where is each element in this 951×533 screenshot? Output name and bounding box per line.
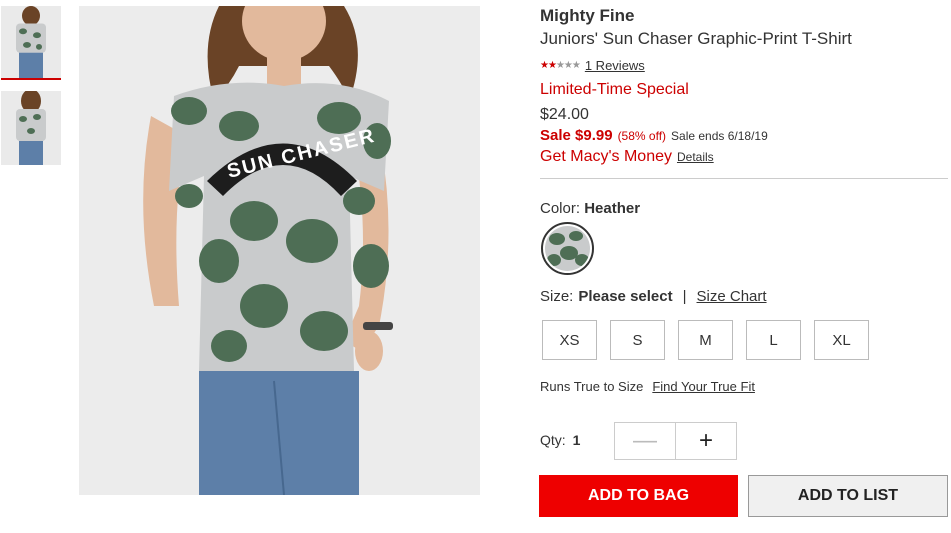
macys-money-label: Get Macy's Money <box>540 148 672 165</box>
original-price: $24.00 <box>540 106 589 123</box>
sale-price: Sale $9.99 <box>540 127 613 144</box>
quantity-label: Qty: <box>540 432 566 448</box>
size-label: Size: <box>540 288 574 305</box>
true-fit-link[interactable]: Find Your True Fit <box>652 379 755 394</box>
size-row: Size: Please select | Size Chart <box>540 288 767 305</box>
size-value: Please select <box>578 288 673 305</box>
color-row: Color: Heather <box>540 200 640 217</box>
color-swatch-heather[interactable] <box>541 222 594 275</box>
divider <box>540 178 948 179</box>
quantity-decrease-button[interactable]: — <box>615 423 676 459</box>
size-option-m[interactable]: M <box>678 320 733 360</box>
size-option-l[interactable]: L <box>746 320 801 360</box>
rating-row: ★★★★★ 1 Reviews <box>540 58 645 73</box>
sale-end-date: Sale ends 6/18/19 <box>671 129 768 143</box>
quantity-stepper: — + <box>614 422 737 460</box>
star-rating: ★★★★★ <box>540 60 581 71</box>
quantity-value: 1 <box>572 432 581 448</box>
product-thumbnail-front[interactable] <box>1 6 61 80</box>
add-to-bag-button[interactable]: ADD TO BAG <box>539 475 738 517</box>
star-empty-icon: ★ <box>571 60 581 71</box>
size-separator: | <box>682 288 687 305</box>
star-empty-icon: ★ <box>563 60 573 71</box>
product-thumbnail-back[interactable] <box>1 91 61 165</box>
color-label: Color: <box>540 200 581 217</box>
color-value: Heather <box>584 200 641 217</box>
quantity-row: Qty: 1 <box>540 432 580 448</box>
quantity-increase-button[interactable]: + <box>676 423 736 459</box>
promo-label: Limited-Time Special <box>540 81 689 98</box>
size-option-s[interactable]: S <box>610 320 665 360</box>
size-option-xs[interactable]: XS <box>542 320 597 360</box>
discount-percent: (58% off) <box>617 129 667 143</box>
star-filled-icon: ★ <box>540 60 549 71</box>
reviews-link[interactable]: 1 Reviews <box>585 58 645 73</box>
fit-row: Runs True to Size Find Your True Fit <box>540 379 755 394</box>
add-to-list-button[interactable]: ADD TO LIST <box>748 475 948 517</box>
macys-money-row: Get Macy's Money Details <box>540 148 714 166</box>
size-chart-link[interactable]: Size Chart <box>697 288 767 305</box>
size-options: XS S M L XL <box>542 320 869 360</box>
star-filled-icon: ★ <box>547 60 557 71</box>
product-main-image[interactable]: SUN CHASER <box>79 6 480 495</box>
product-brand[interactable]: Mighty Fine <box>540 6 634 26</box>
details-link[interactable]: Details <box>677 150 714 164</box>
sale-row: Sale $9.99 (58% off) Sale ends 6/18/19 <box>540 127 768 144</box>
product-page: SUN CHASER Mighty Fine Juniors' Sun Chas… <box>0 0 951 533</box>
product-title: Juniors' Sun Chaser Graphic-Print T-Shir… <box>540 29 852 48</box>
star-empty-icon: ★ <box>555 60 565 71</box>
size-option-xl[interactable]: XL <box>814 320 869 360</box>
fit-text: Runs True to Size <box>540 379 644 394</box>
